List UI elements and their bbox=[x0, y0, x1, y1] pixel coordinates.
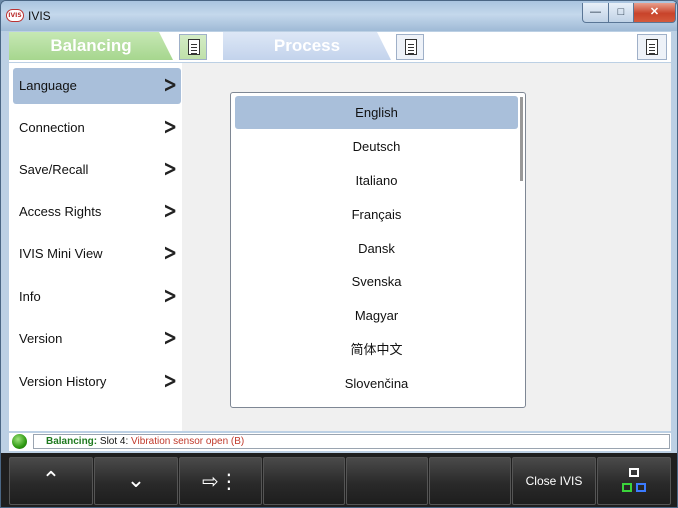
chevron-right-icon: > bbox=[162, 115, 177, 140]
language-option-slovencina[interactable]: Slovenčina bbox=[235, 367, 518, 400]
process-document-icon[interactable] bbox=[396, 34, 424, 60]
arrow-right-menu-icon: ⇨⋮ bbox=[202, 469, 239, 493]
chevron-down-icon: ⌄ bbox=[126, 468, 146, 493]
sidebar-item-language[interactable]: Language > bbox=[13, 68, 181, 104]
sidebar-item-label: Save/Recall bbox=[19, 162, 89, 177]
language-option-dansk[interactable]: Dansk bbox=[235, 232, 518, 265]
language-option-deutsch[interactable]: Deutsch bbox=[235, 130, 518, 163]
language-option-english[interactable]: English bbox=[235, 96, 518, 129]
scroll-up-button[interactable]: ⌃ bbox=[9, 457, 93, 505]
language-option-simplified-chinese[interactable]: 简体中文 bbox=[235, 333, 518, 366]
chevron-up-icon: ⌃ bbox=[41, 468, 61, 493]
connection-boxes-icon bbox=[622, 468, 646, 492]
close-ivis-button[interactable]: Close IVIS bbox=[512, 457, 596, 505]
tab-process[interactable]: Process bbox=[223, 32, 391, 60]
settings-content: Language > Connection > Save/Recall > Ac… bbox=[9, 63, 671, 431]
minimize-button[interactable]: — bbox=[582, 3, 609, 23]
close-ivis-label: Close IVIS bbox=[525, 474, 583, 488]
toolbar-empty-button-2[interactable] bbox=[346, 457, 428, 505]
scroll-down-button[interactable]: ⌄ bbox=[94, 457, 178, 505]
status-slot: Slot 4: bbox=[99, 436, 129, 447]
app-logo-icon: IVIS bbox=[6, 9, 24, 22]
settings-sidebar: Language > Connection > Save/Recall > Ac… bbox=[9, 63, 182, 431]
status-bar: Balancing: Slot 4: Vibration sensor open… bbox=[9, 433, 671, 451]
status-message-box: Balancing: Slot 4: Vibration sensor open… bbox=[33, 434, 670, 449]
chevron-right-icon: > bbox=[162, 284, 177, 309]
language-option-francais[interactable]: Français bbox=[235, 198, 518, 231]
bottom-toolbar: ⌃ ⌄ ⇨⋮ Close IVIS bbox=[1, 453, 677, 507]
toolbar-empty-button-3[interactable] bbox=[429, 457, 511, 505]
chevron-right-icon: > bbox=[162, 326, 177, 351]
next-menu-button[interactable]: ⇨⋮ bbox=[179, 457, 262, 505]
toolbar-empty-button-1[interactable] bbox=[263, 457, 345, 505]
sidebar-item-label: Language bbox=[19, 78, 77, 93]
title-bar: IVIS IVIS — □ ✕ bbox=[1, 1, 677, 31]
tab-balancing[interactable]: Balancing bbox=[9, 32, 173, 60]
status-error-message: Vibration sensor open (B) bbox=[131, 436, 245, 447]
document-icon[interactable] bbox=[637, 34, 667, 60]
sidebar-item-label: Version bbox=[19, 331, 63, 346]
tab-strip: Balancing Process bbox=[9, 32, 671, 62]
balancing-document-icon[interactable] bbox=[179, 34, 207, 60]
sidebar-item-label: Version History bbox=[19, 374, 107, 389]
connection-view-button[interactable] bbox=[597, 457, 671, 505]
app-window: IVIS IVIS — □ ✕ Balancing Process Langua… bbox=[0, 0, 678, 508]
chevron-right-icon: > bbox=[162, 369, 177, 394]
chevron-right-icon: > bbox=[162, 199, 177, 224]
sidebar-item-info[interactable]: Info > bbox=[13, 279, 181, 315]
window-title: IVIS bbox=[28, 9, 51, 23]
sidebar-item-connection[interactable]: Connection > bbox=[13, 110, 181, 146]
sidebar-item-version[interactable]: Version > bbox=[13, 321, 181, 357]
language-option-magyar[interactable]: Magyar bbox=[235, 299, 518, 332]
sidebar-item-access-rights[interactable]: Access Rights > bbox=[13, 194, 181, 230]
language-option-italiano[interactable]: Italiano bbox=[235, 164, 518, 197]
sidebar-item-label: Connection bbox=[19, 120, 85, 135]
status-led-icon bbox=[12, 434, 27, 449]
chevron-right-icon: > bbox=[162, 241, 177, 266]
sidebar-item-label: IVIS Mini View bbox=[19, 246, 103, 261]
maximize-button[interactable]: □ bbox=[608, 3, 634, 23]
language-option-svenska[interactable]: Svenska bbox=[235, 265, 518, 298]
close-window-button[interactable]: ✕ bbox=[633, 3, 676, 23]
sidebar-item-ivis-mini-view[interactable]: IVIS Mini View > bbox=[13, 236, 181, 272]
sidebar-item-label: Info bbox=[19, 289, 41, 304]
chevron-right-icon: > bbox=[162, 73, 177, 98]
language-list: English Deutsch Italiano Français Dansk … bbox=[230, 92, 526, 408]
sidebar-item-save-recall[interactable]: Save/Recall > bbox=[13, 152, 181, 188]
language-list-scrollbar[interactable] bbox=[520, 97, 523, 181]
chevron-right-icon: > bbox=[162, 157, 177, 182]
status-label: Balancing: bbox=[46, 436, 98, 447]
sidebar-item-version-history[interactable]: Version History > bbox=[13, 364, 181, 400]
sidebar-item-label: Access Rights bbox=[19, 204, 102, 219]
